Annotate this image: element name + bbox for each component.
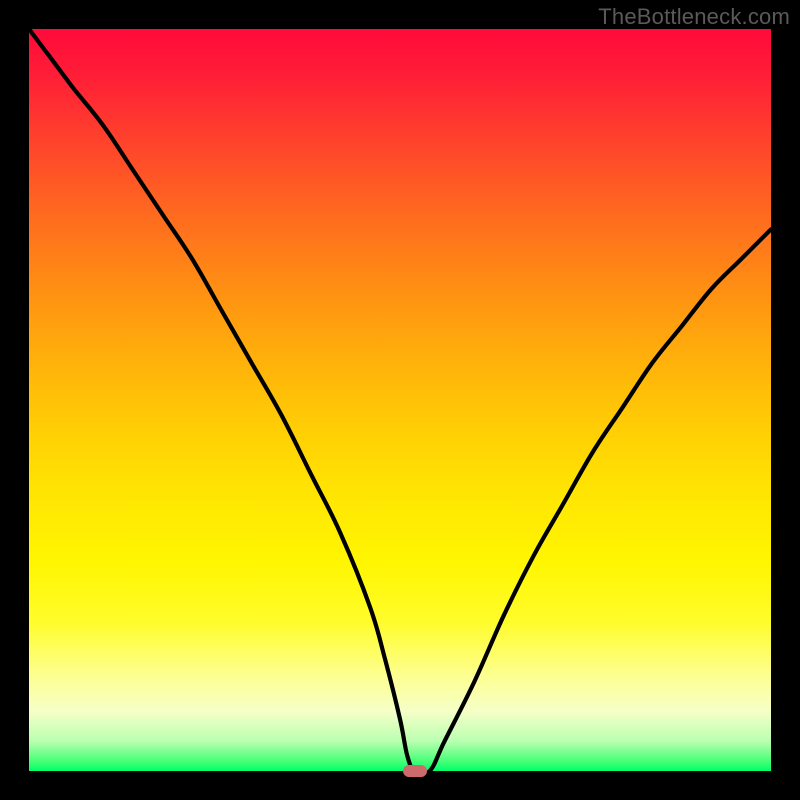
bottleneck-curve: [29, 29, 771, 771]
optimum-marker: [403, 765, 427, 777]
chart-frame: TheBottleneck.com: [0, 0, 800, 800]
watermark-text: TheBottleneck.com: [598, 4, 790, 30]
chart-plot-area: [29, 29, 771, 771]
